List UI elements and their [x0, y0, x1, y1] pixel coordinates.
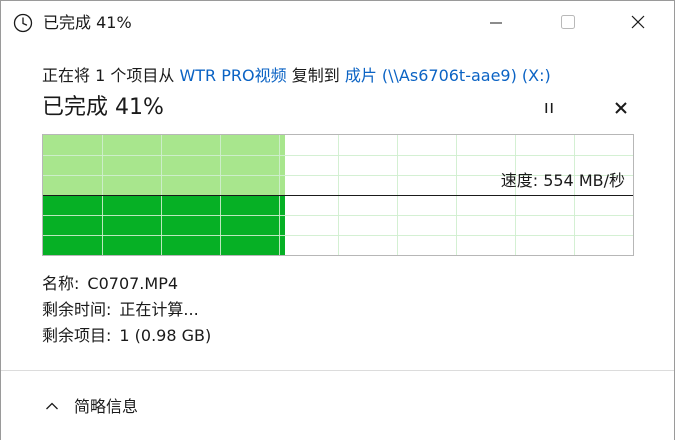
speed-label: 速度: 554 MB/秒	[500, 171, 625, 190]
close-window-button[interactable]	[615, 1, 661, 45]
time-remaining-label: 剩余时间:	[42, 300, 112, 319]
title-bar[interactable]: 已完成 41%	[1, 1, 674, 45]
fewer-details-toggle[interactable]: 简略信息	[45, 395, 138, 419]
graph-history-area	[43, 135, 285, 195]
transfer-speed-graph-svg	[43, 135, 633, 255]
cancel-copy-button[interactable]	[608, 96, 634, 122]
items-remaining-value: 1 (0.98 GB)	[119, 326, 212, 345]
graph-progress-fill	[43, 196, 285, 255]
pause-icon	[542, 100, 556, 119]
copy-details: 名称: C0707.MP4 剩余时间: 正在计算... 剩余项目: 1 (0.98 G…	[42, 271, 211, 349]
minimize-button[interactable]	[473, 1, 519, 45]
maximize-button[interactable]	[545, 1, 591, 45]
window-title: 已完成 41%	[43, 13, 132, 32]
time-remaining-value: 正在计算...	[119, 300, 199, 319]
progress-heading: 已完成 41%	[42, 95, 164, 120]
transfer-speed-graph: 速度: 554 MB/秒	[42, 134, 634, 256]
source-folder-link[interactable]: WTR PRO视频	[179, 66, 286, 85]
copy-middle: 复制到	[286, 66, 345, 85]
cancel-icon	[614, 100, 628, 119]
file-copy-dialog: 已完成 41% 正在将 1 个项目从 WTR PRO视频 复制到 成片 (\\A…	[0, 0, 675, 440]
clock-icon	[13, 13, 33, 33]
detail-time-row: 剩余时间: 正在计算...	[42, 297, 211, 323]
pause-button[interactable]	[536, 96, 562, 122]
detail-items-row: 剩余项目: 1 (0.98 GB)	[42, 323, 211, 349]
minimize-icon	[490, 14, 502, 33]
maximize-icon	[561, 14, 575, 33]
destination-folder-link[interactable]: 成片 (\\As6706t-aae9) (X:)	[345, 66, 551, 85]
fewer-details-label: 简略信息	[74, 397, 139, 416]
close-icon	[631, 14, 645, 33]
name-label: 名称:	[42, 274, 80, 293]
file-name-value: C0707.MP4	[87, 274, 179, 293]
copy-description: 正在将 1 个项目从 WTR PRO视频 复制到 成片 (\\As6706t-a…	[42, 65, 551, 87]
dialog-footer: 简略信息	[1, 370, 674, 440]
items-remaining-label: 剩余项目:	[42, 326, 112, 345]
detail-name-row: 名称: C0707.MP4	[42, 271, 211, 297]
chevron-up-icon	[45, 398, 59, 417]
copy-prefix: 正在将 1 个项目从	[42, 66, 180, 85]
